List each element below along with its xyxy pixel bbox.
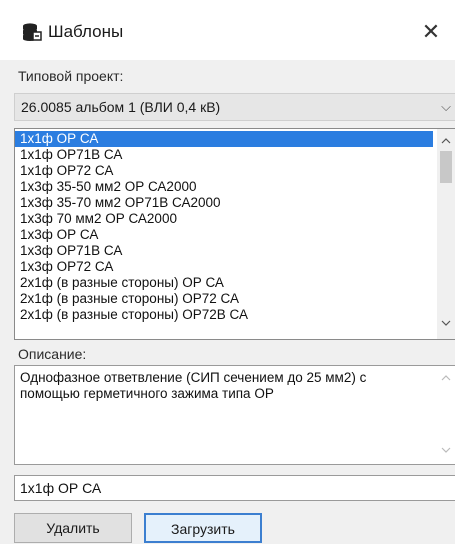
- templates-dialog: Шаблоны ✕ Типовой проект: 26.0085 альбом…: [0, 0, 455, 544]
- delete-button[interactable]: Удалить: [14, 513, 132, 543]
- template-name-value: 1х1ф ОР СА: [20, 480, 102, 496]
- chevron-down-icon: ⌵: [441, 99, 451, 114]
- list-item[interactable]: 1х3ф ОР71В СА: [15, 243, 433, 259]
- list-item[interactable]: 1х3ф ОР72 СА: [15, 259, 433, 275]
- list-item[interactable]: 2х1ф (в разные стороны) ОР72 СА: [15, 291, 433, 307]
- chevron-down-icon[interactable]: [437, 313, 455, 331]
- close-icon: ✕: [421, 19, 441, 44]
- templates-list-scrollbar[interactable]: [437, 129, 455, 339]
- description-text: Однофазное ответвление (СИП сечением до …: [20, 370, 367, 401]
- chevron-up-icon[interactable]: [437, 131, 455, 149]
- list-item[interactable]: 1х3ф ОР СА: [15, 227, 433, 243]
- list-item[interactable]: 2х1ф (в разные стороны) ОР СА: [15, 275, 433, 291]
- list-item[interactable]: 1х1ф ОР72 СА: [15, 163, 433, 179]
- templates-list[interactable]: 1х1ф ОР СА 1х1ф ОР71В СА 1х1ф ОР72 СА 1х3ф …: [14, 128, 455, 340]
- close-button[interactable]: ✕: [407, 12, 455, 52]
- load-button[interactable]: Загрузить: [144, 513, 262, 543]
- list-item[interactable]: 1х1ф ОР СА: [15, 131, 433, 147]
- list-item[interactable]: 1х3ф 70 мм2 ОР СА2000: [15, 211, 433, 227]
- scroll-thumb[interactable]: [440, 151, 452, 183]
- template-name-input[interactable]: 1х1ф ОР СА: [14, 475, 455, 501]
- project-select[interactable]: 26.0085 альбом 1 (ВЛИ 0,4 кВ) ⌵: [14, 93, 455, 121]
- list-item[interactable]: 1х1ф ОР71В СА: [15, 147, 433, 163]
- description-scrollbar[interactable]: [437, 366, 455, 464]
- project-select-value: 26.0085 альбом 1 (ВЛИ 0,4 кВ): [21, 99, 221, 115]
- chevron-down-icon[interactable]: [437, 440, 455, 458]
- list-item[interactable]: 2х1ф (в разные стороны) ОР72В СА: [15, 307, 433, 323]
- list-item[interactable]: 1х3ф 35-50 мм2 ОР СА2000: [15, 179, 433, 195]
- dialog-body: Типовой проект: 26.0085 альбом 1 (ВЛИ 0,…: [0, 60, 455, 544]
- title-bar: Шаблоны ✕: [0, 0, 455, 60]
- project-label: Типовой проект:: [18, 68, 124, 84]
- description-textarea[interactable]: Однофазное ответвление (СИП сечением до …: [14, 365, 455, 465]
- window-title: Шаблоны: [48, 22, 124, 41]
- list-item[interactable]: 1х3ф 35-70 мм2 ОР71В СА2000: [15, 195, 433, 211]
- database-icon: [22, 22, 42, 42]
- description-label: Описание:: [18, 346, 87, 362]
- templates-list-items: 1х1ф ОР СА 1х1ф ОР71В СА 1х1ф ОР72 СА 1х3ф …: [15, 131, 433, 323]
- chevron-up-icon[interactable]: [437, 368, 455, 386]
